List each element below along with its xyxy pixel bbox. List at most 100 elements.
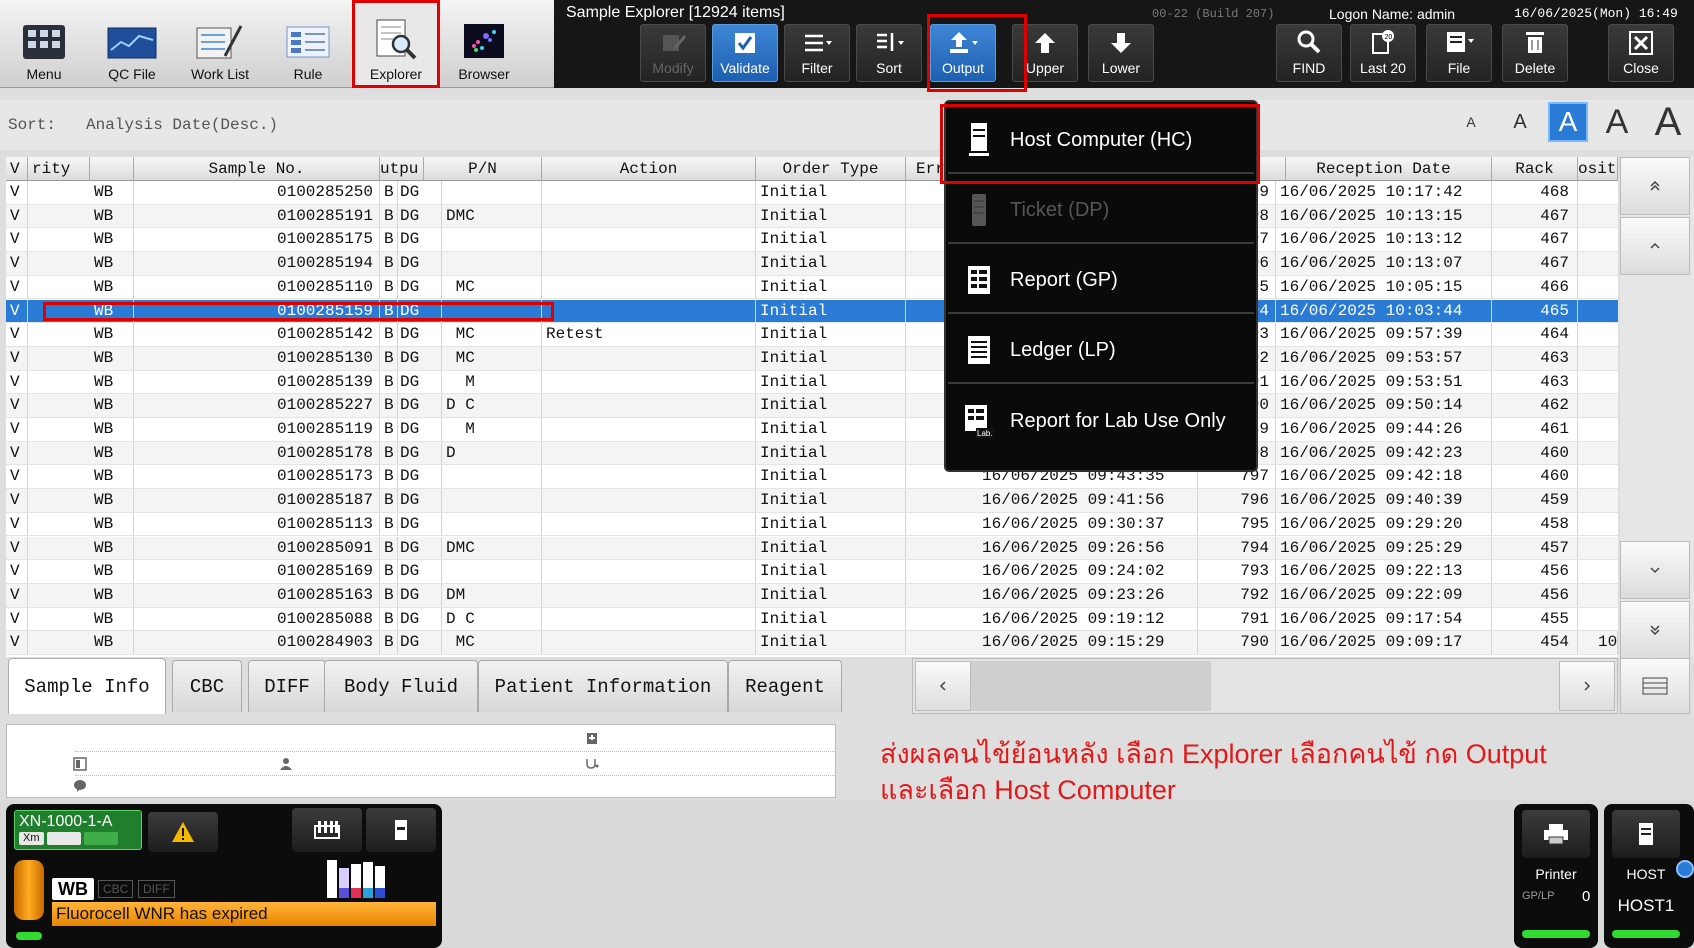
work-list-button[interactable]: Work List (176, 0, 264, 88)
cell-action (542, 631, 756, 654)
scroll-down-button[interactable] (1620, 541, 1690, 599)
table-row[interactable]: VWB0100285191BDGDMCInitial79816/06/2025 … (6, 204, 1618, 229)
cell-b: B (380, 228, 398, 252)
cell-out: DG (398, 536, 442, 560)
tab-body-fluid[interactable]: Body Fluid (324, 660, 478, 712)
scroll-right-button[interactable] (1559, 661, 1615, 711)
menu-item-lab-report[interactable]: Lab. Report for Lab Use Only (948, 388, 1254, 454)
horizontal-scrollbar[interactable] (912, 658, 1618, 714)
modify-button[interactable]: Modify (640, 24, 706, 82)
table-row[interactable]: VWB0100285142BDG MCRetestInitial79316/06… (6, 323, 1618, 347)
vertical-scrollbar[interactable] (1620, 157, 1694, 659)
lower-button[interactable]: Lower (1088, 24, 1154, 82)
cell-action (542, 418, 756, 441)
cell-order: Initial (756, 607, 906, 631)
rack-button[interactable] (292, 808, 362, 852)
tab-reagent[interactable]: Reagent (728, 660, 842, 712)
col-priority[interactable]: rity (28, 157, 90, 181)
sort-button[interactable]: Sort (856, 24, 922, 82)
col-sample-no[interactable]: Sample No. (134, 157, 380, 181)
table-row[interactable]: V WB 0100285187 B DG Initial 16/06/2025 09:41:… (6, 489, 1618, 513)
ledger-icon (968, 336, 990, 364)
divider (75, 751, 835, 752)
cell-type: WB (90, 465, 134, 489)
qc-file-button[interactable]: QC File (88, 0, 176, 88)
cell-order: Initial (756, 441, 906, 465)
cell-v: V (6, 607, 28, 631)
browser-button[interactable]: Browser (440, 0, 528, 88)
table-row[interactable]: VWB0100285110BDG MCInitial79516/06/2025 … (6, 275, 1618, 300)
scroll-bottom-button[interactable] (1620, 601, 1690, 659)
table-row[interactable]: VWB0100285194BDGInitial79616/06/2025 10:… (6, 252, 1618, 276)
find-button[interactable]: FIND (1276, 24, 1342, 82)
cell-sample: 0100285110 (134, 275, 380, 299)
filter-button[interactable]: Filter (784, 24, 850, 82)
host-button[interactable] (1612, 810, 1680, 858)
menu-button[interactable]: Menu (0, 0, 88, 88)
menu-item-report[interactable]: Report (GP) (948, 248, 1254, 314)
col-action[interactable]: Action (542, 157, 756, 181)
table-row[interactable]: V WB 0100285113 B DG Initial 16/06/2025 09:30:… (6, 512, 1618, 537)
explorer-button[interactable]: Explorer (352, 0, 440, 88)
table-row[interactable]: VWB0100285250BDGInitial79916/06/2025 10:… (6, 181, 1618, 205)
menu-item-lab-report-label: Report for Lab Use Only (1010, 409, 1226, 432)
rule-button[interactable]: Rule (264, 0, 352, 88)
list-view-button[interactable] (1620, 658, 1690, 714)
font-size-xs[interactable]: A (1454, 102, 1488, 142)
warning-button[interactable] (148, 812, 218, 852)
tab-patient-information[interactable]: Patient Information (478, 660, 728, 712)
col-position[interactable]: osit (1578, 157, 1618, 181)
table-row[interactable]: V WB 0100285091 B DG DMC Initial 16/06/2025 09:… (6, 536, 1618, 561)
svg-text:Lab.: Lab. (977, 429, 993, 438)
tab-cbc[interactable]: CBC (172, 660, 242, 712)
table-row[interactable]: V WB 0100285088 B DG D C Initial 16/06/2025 09:… (6, 607, 1618, 632)
sort-value: Analysis Date(Desc.) (86, 116, 279, 134)
col-pn[interactable]: P/N (424, 157, 542, 181)
table-row[interactable]: V WB 0100285173 B DG Initial 16/06/2025 09:43:… (6, 465, 1618, 490)
scroll-top-button[interactable] (1620, 157, 1690, 215)
delete-button[interactable]: Delete (1502, 24, 1568, 82)
cell-sample: 0100285091 (134, 536, 380, 560)
cell-rack: 461 (1492, 418, 1578, 441)
cell-recv: 16/06/2025 09:57:39 (1276, 323, 1492, 346)
cell-b: B (380, 394, 398, 417)
scroll-up-button[interactable] (1620, 217, 1690, 275)
col-output[interactable]: utpu (380, 157, 424, 181)
menu-item-ledger[interactable]: Ledger (LP) (948, 318, 1254, 384)
table-row[interactable]: V WB 0100285169 B DG Initial 16/06/2025 09:24:… (6, 560, 1618, 584)
col-rack[interactable]: Rack (1492, 157, 1578, 181)
cell-rack: 467 (1492, 228, 1578, 252)
font-size-l[interactable]: A (1596, 102, 1638, 142)
reagent-alert-banner[interactable]: Fluorocell WNR has expired (52, 902, 436, 926)
filter-icon (805, 34, 832, 52)
cell-type: WB (90, 607, 134, 631)
table-row[interactable]: VWB0100285139BDG MInitial79116/06/2025 0… (6, 370, 1618, 395)
horizontal-scroll-thumb[interactable] (971, 661, 1211, 711)
sampler-button[interactable] (366, 808, 436, 852)
validate-button[interactable]: Validate (712, 24, 778, 82)
table-row[interactable]: VWB0100285130BDG MCInitial79216/06/2025 … (6, 346, 1618, 371)
table-row[interactable]: VWB0100285227BDGD CInitial79016/06/2025 … (6, 394, 1618, 418)
analyzer-name[interactable]: XN-1000-1-A Xm (14, 810, 142, 850)
col-order-type[interactable]: Order Type (756, 157, 906, 181)
table-row[interactable]: VWB0100285178BDGDInitial79816/06/2025 09… (6, 441, 1618, 466)
scroll-left-button[interactable] (915, 661, 971, 711)
table-row[interactable]: V WB 0100285163 B DG DM Initial 16/06/2025 09:2… (6, 583, 1618, 608)
last-20-button[interactable]: 20 Last 20 (1350, 24, 1416, 82)
close-button[interactable]: Close (1608, 24, 1674, 82)
font-size-m[interactable]: A (1548, 102, 1588, 142)
cell-type: WB (90, 228, 134, 252)
file-button[interactable]: File (1426, 24, 1492, 82)
tab-diff[interactable]: DIFF (248, 660, 326, 712)
menu-item-ticket[interactable]: Ticket (DP) (948, 178, 1254, 244)
col-reception-date[interactable]: Reception Date (1276, 157, 1492, 181)
table-row[interactable]: VWB0100285119BDG MInitial78916/06/2025 0… (6, 418, 1618, 442)
tab-sample-info[interactable]: Sample Info (8, 658, 166, 714)
col-validated[interactable]: V (6, 157, 28, 181)
table-row[interactable]: VWB0100285175BDGInitial79716/06/2025 10:… (6, 228, 1618, 253)
font-size-s[interactable]: A (1502, 102, 1538, 142)
printer-button[interactable] (1522, 810, 1590, 858)
col-type[interactable] (90, 157, 134, 181)
table-row[interactable]: V WB 0100284903 B DG MC Initial 16/06/2025 09:… (6, 631, 1618, 655)
font-size-xl[interactable]: A (1646, 100, 1690, 144)
